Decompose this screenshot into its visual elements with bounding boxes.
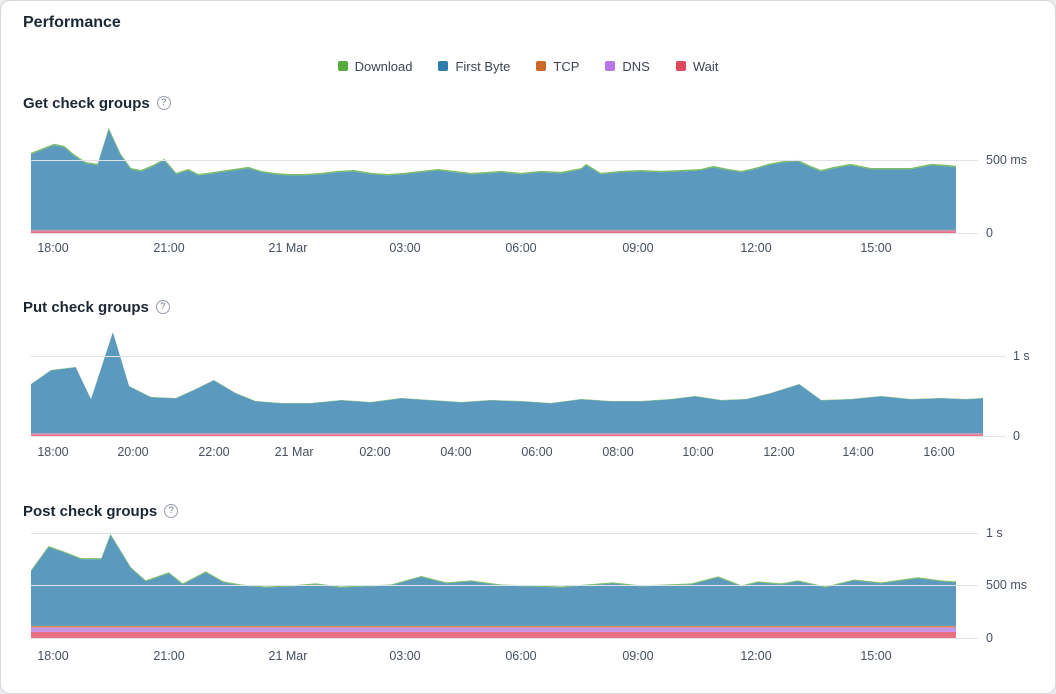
y-axis-label: 500 ms [986, 579, 1027, 592]
help-icon[interactable]: ? [156, 300, 170, 314]
legend-label: Download [355, 60, 413, 73]
x-axis-label: 06:00 [505, 650, 536, 663]
x-axis-label: 21:00 [153, 242, 184, 255]
legend-swatch [605, 61, 615, 71]
x-axis-label: 04:00 [440, 446, 471, 459]
gridline [31, 585, 978, 586]
x-axis: 18:00 21:00 21 Mar 03:00 06:00 09:00 12:00 15:0… [31, 242, 956, 258]
first-byte-band [31, 332, 983, 433]
x-axis-label: 03:00 [389, 650, 420, 663]
x-axis-label: 20:00 [117, 446, 148, 459]
y-axis-label: 0 [1013, 430, 1020, 443]
y-axis-label: 1 s [1013, 350, 1030, 363]
x-axis-label: 12:00 [763, 446, 794, 459]
x-axis-label: 15:00 [860, 242, 891, 255]
y-axis-label: 500 ms [986, 154, 1027, 167]
y-axis-label: 0 [986, 632, 993, 645]
x-axis-label: 21:00 [153, 650, 184, 663]
x-axis-label: 15:00 [860, 650, 891, 663]
gridline [31, 638, 978, 639]
x-axis-label: 10:00 [682, 446, 713, 459]
legend-item-tcp[interactable]: TCP [536, 60, 579, 73]
help-icon[interactable]: ? [157, 96, 171, 110]
x-axis-label: 12:00 [740, 650, 771, 663]
legend-label: TCP [553, 60, 579, 73]
legend-label: DNS [622, 60, 649, 73]
page-title: Performance [23, 14, 121, 32]
x-axis-label: 12:00 [740, 242, 771, 255]
chart-put-check-groups [31, 323, 983, 436]
legend-swatch [536, 61, 546, 71]
tcp-band [31, 626, 956, 628]
legend-swatch [338, 61, 348, 71]
legend-item-download[interactable]: Download [338, 60, 413, 73]
x-axis-label: 08:00 [602, 446, 633, 459]
x-axis-label: 03:00 [389, 242, 420, 255]
legend-label: Wait [693, 60, 719, 73]
x-axis-label: 22:00 [198, 446, 229, 459]
x-axis-label: 21 Mar [269, 650, 308, 663]
x-axis-label: 14:00 [842, 446, 873, 459]
y-axis-label: 1 s [986, 527, 1003, 540]
chart-title: Get check groups [23, 96, 150, 111]
x-axis-label: 09:00 [622, 242, 653, 255]
x-axis: 18:00 21:00 21 Mar 03:00 06:00 09:00 12:00 15:0… [31, 650, 956, 666]
area-chart-svg [31, 323, 983, 436]
x-axis: 18:00 20:00 22:00 21 Mar 02:00 04:00 06:00 08:0… [31, 446, 983, 462]
chart-title: Put check groups [23, 300, 149, 315]
dns-band [31, 627, 956, 632]
first-byte-band [31, 535, 956, 626]
performance-panel: Performance Download First Byte TCP DNS Wait… [0, 0, 1056, 694]
help-icon[interactable]: ? [164, 504, 178, 518]
dns-band [31, 434, 983, 435]
y-axis-label: 0 [986, 227, 993, 240]
x-axis-label: 06:00 [521, 446, 552, 459]
legend-item-first-byte[interactable]: First Byte [438, 60, 510, 73]
area-chart-svg [31, 119, 956, 233]
chart-header-get: Get check groups ? [23, 93, 171, 113]
chart-title: Post check groups [23, 504, 157, 519]
legend-swatch [676, 61, 686, 71]
legend-item-dns[interactable]: DNS [605, 60, 649, 73]
x-axis-label: 09:00 [622, 650, 653, 663]
x-axis-label: 06:00 [505, 242, 536, 255]
legend-label: First Byte [455, 60, 510, 73]
chart-header-post: Post check groups ? [23, 501, 178, 521]
x-axis-label: 18:00 [37, 650, 68, 663]
legend-swatch [438, 61, 448, 71]
x-axis-label: 18:00 [37, 446, 68, 459]
gridline [31, 436, 1005, 437]
x-axis-label: 21 Mar [269, 242, 308, 255]
first-byte-band [31, 129, 956, 230]
chart-get-check-groups [31, 119, 956, 233]
chart-legend: Download First Byte TCP DNS Wait [1, 57, 1055, 75]
gridline [31, 233, 978, 234]
legend-item-wait[interactable]: Wait [676, 60, 719, 73]
x-axis-label: 21 Mar [275, 446, 314, 459]
x-axis-label: 18:00 [37, 242, 68, 255]
gridline [31, 356, 1005, 357]
gridline [31, 160, 978, 161]
download-band [31, 332, 983, 403]
x-axis-label: 02:00 [359, 446, 390, 459]
tcp-band [31, 230, 956, 231]
dns-band [31, 231, 956, 232]
x-axis-label: 16:00 [923, 446, 954, 459]
chart-header-put: Put check groups ? [23, 297, 170, 317]
area-chart-svg [31, 525, 956, 638]
gridline [31, 533, 978, 534]
chart-post-check-groups [31, 525, 956, 638]
